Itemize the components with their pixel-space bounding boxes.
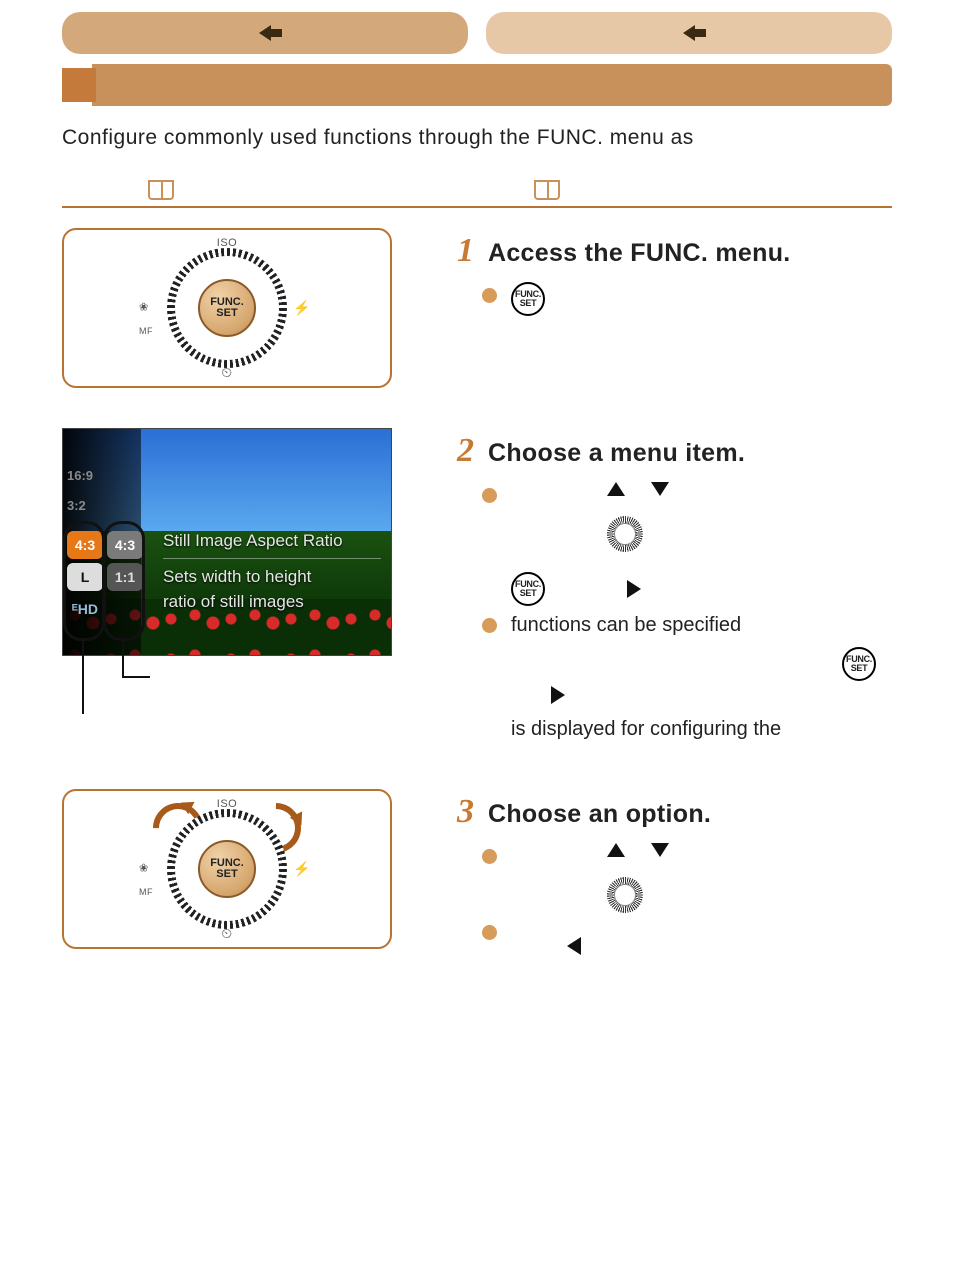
set-label: SET <box>216 308 237 320</box>
flash-icon: ⚡ <box>293 860 311 879</box>
step-3-row: ISO ❀ MF ⚡ ⏲ FUNC. SET 3 Choose an optio… <box>62 789 892 961</box>
step-1-heading: 1 Access the FUNC. menu. <box>440 228 892 274</box>
bullet-icon <box>482 288 497 303</box>
right-arrow-icon <box>551 686 565 704</box>
top-nav <box>62 12 892 54</box>
arrow-left-icon <box>259 25 271 41</box>
func-set-icon: FUNC. SET <box>511 572 545 606</box>
step-title: Choose a menu item. <box>488 437 745 471</box>
caption-line-2: ratio of still images <box>163 590 381 615</box>
step-number: 1 <box>440 228 474 274</box>
nav-back-button-1[interactable] <box>62 12 468 54</box>
set-text: SET <box>520 299 537 308</box>
camera-screen-example: 16:9 3:2 4:3 4:3 L 1:1 ᴱHD Still Image A… <box>62 428 392 656</box>
title-strip <box>92 64 892 106</box>
caption-title: Still Image Aspect Ratio <box>163 529 381 559</box>
step-title: Choose an option. <box>488 798 711 832</box>
flash-icon: ⚡ <box>293 299 311 318</box>
func-set-button: FUNC. SET <box>198 279 256 337</box>
macro-icon: ❀ <box>139 862 149 877</box>
step-number: 2 <box>440 428 474 474</box>
callout-menu-items <box>63 521 105 641</box>
func-set-button: FUNC. SET <box>198 840 256 898</box>
step-2-text-a: functions can be specified <box>511 612 892 639</box>
down-arrow-icon <box>651 843 669 857</box>
section-title-bar <box>62 64 892 106</box>
step-number: 3 <box>440 789 474 835</box>
down-arrow-icon <box>651 482 669 496</box>
step-1-bullet: FUNC. SET <box>482 282 892 316</box>
intro-text: Configure commonly used functions throug… <box>62 124 892 152</box>
left-arrow-icon <box>567 937 581 955</box>
step-title: Access the FUNC. menu. <box>488 237 791 271</box>
dial-icon <box>607 516 643 552</box>
macro-icon: ❀ <box>139 301 149 316</box>
dial-rotate-panel: ISO ❀ MF ⚡ ⏲ FUNC. SET <box>62 789 392 949</box>
option-16-9: 16:9 <box>67 467 93 485</box>
up-arrow-icon <box>607 482 625 496</box>
right-arrow-icon <box>627 580 641 598</box>
step-3-heading: 3 Choose an option. <box>440 789 892 835</box>
dial-illustration-panel: ISO ❀ MF ⚡ ⏲ FUNC. SET <box>62 228 392 388</box>
step-2-heading: 2 Choose a menu item. <box>440 428 892 474</box>
callout-leader-a <box>82 640 84 714</box>
set-label: SET <box>216 869 237 881</box>
control-dial-rotate: ISO ❀ MF ⚡ ⏲ FUNC. SET <box>157 799 297 939</box>
screen-example-wrap: 16:9 3:2 4:3 4:3 L 1:1 ᴱHD Still Image A… <box>62 428 392 656</box>
option-3-2: 3:2 <box>67 497 86 515</box>
reference-row <box>62 180 892 208</box>
set-text: SET <box>520 589 537 598</box>
dial-label-mf: MF <box>139 886 153 898</box>
dial-icon <box>607 877 643 913</box>
title-accent-block <box>62 68 96 102</box>
arrow-left-icon <box>683 25 695 41</box>
func-set-icon: FUNC. SET <box>842 647 876 681</box>
control-dial: ISO ❀ MF ⚡ ⏲ FUNC. SET <box>157 238 297 378</box>
book-icon <box>534 180 560 200</box>
callout-options <box>103 521 145 641</box>
step-2-bullet-1: FUNC. SET <box>482 482 892 606</box>
book-icon <box>148 180 174 200</box>
step-2-text-b: is displayed for configuring the <box>511 716 892 743</box>
step-3-bullet-2 <box>482 919 892 955</box>
bullet-icon <box>482 488 497 503</box>
bullet-icon <box>482 618 497 633</box>
up-arrow-icon <box>607 843 625 857</box>
nav-back-button-2[interactable] <box>486 12 892 54</box>
dial-label-mf: MF <box>139 325 153 337</box>
bullet-icon <box>482 849 497 864</box>
dial-ring: FUNC. SET <box>167 248 287 368</box>
bullet-icon <box>482 925 497 940</box>
step-2-bullet-2: functions can be specified FUNC. SET is … <box>482 612 892 743</box>
screen-caption: Still Image Aspect Ratio Sets width to h… <box>163 529 381 614</box>
step-1-row: ISO ❀ MF ⚡ ⏲ FUNC. SET 1 Access the FUNC… <box>62 228 892 388</box>
step-3-bullet-1 <box>482 843 892 913</box>
callout-leader-b <box>122 640 124 678</box>
func-set-icon: FUNC. SET <box>511 282 545 316</box>
set-text: SET <box>851 664 868 673</box>
dial-ring: FUNC. SET <box>167 809 287 929</box>
step-2-row: 16:9 3:2 4:3 4:3 L 1:1 ᴱHD Still Image A… <box>62 428 892 749</box>
caption-line-1: Sets width to height <box>163 565 381 590</box>
